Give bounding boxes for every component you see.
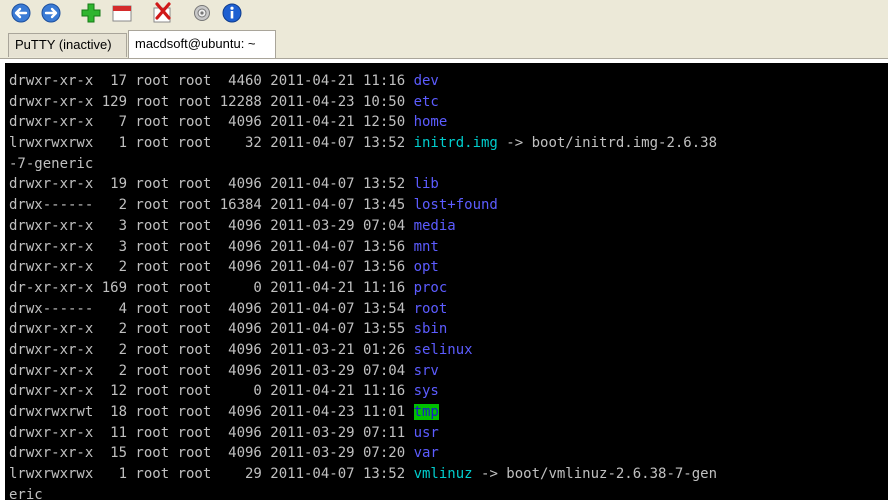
directory-name: var [413,445,439,462]
line-attributes: lrwxrwxrwx 1 root root 32 2011-04-07 13:… [9,135,414,152]
terminal-line: drwxrwxrwt 18 root root 4096 2011-04-23 … [9,402,717,423]
terminal-line: drwx------ 4 root root 4096 2011-04-07 1… [9,299,717,320]
terminal-line: drwxr-xr-x 3 root root 4096 2011-03-29 0… [9,216,717,237]
terminal-line: drwxr-xr-x 129 root root 12288 2011-04-2… [9,92,717,113]
directory-name: tmp [413,404,439,420]
line-attributes: eric [9,486,43,500]
terminal-line: drwxr-xr-x 7 root root 4096 2011-04-21 1… [9,112,717,133]
line-attributes: drwxr-xr-x 2 root root 4096 2011-04-07 1… [9,259,414,276]
symlink-name: initrd.img [413,135,498,152]
directory-name: lost+found [413,197,498,214]
line-attributes: lrwxrwxrwx 1 root root 29 2011-04-07 13:… [9,466,414,483]
line-attributes: drwxr-xr-x 15 root root 4096 2011-03-29 … [9,445,414,462]
line-attributes: -7-generic [9,155,94,172]
terminal-line: drwxr-xr-x 15 root root 4096 2011-03-29 … [9,443,717,464]
line-attributes: drwxr-xr-x 11 root root 4096 2011-03-29 … [9,424,414,441]
directory-name: media [413,217,456,234]
line-attributes: drwxr-xr-x 12 root root 0 2011-04-21 11:… [9,383,414,400]
settings-button[interactable] [191,2,213,24]
close-session-icon [153,2,171,23]
terminal-line: drwxr-xr-x 2 root root 4096 2011-04-07 1… [9,319,717,340]
line-attributes: drwx------ 4 root root 4096 2011-04-07 1… [9,300,414,317]
terminal-line: drwxr-xr-x 2 root root 4096 2011-03-29 0… [9,361,717,382]
line-attributes: drwxr-xr-x 3 root root 4096 2011-03-29 0… [9,217,414,234]
terminal-line: dr-xr-xr-x 169 root root 0 2011-04-21 11… [9,278,717,299]
directory-name: home [413,114,448,131]
directory-name: sbin [413,321,448,338]
new-window-icon [112,5,132,22]
terminal-line: drwxr-xr-x 2 root root 4096 2011-03-21 0… [9,340,717,361]
forward-button[interactable] [40,2,62,24]
line-attributes: drwx------ 2 root root 16384 2011-04-07 … [9,197,414,214]
line-attributes: drwxr-xr-x 19 root root 4096 2011-04-07 … [9,176,414,193]
terminal-line: drwxr-xr-x 3 root root 4096 2011-04-07 1… [9,237,717,258]
line-attributes: drwxrwxrwt 18 root root 4096 2011-04-23 … [9,404,414,420]
directory-name: usr [413,424,439,441]
tab-ubuntu-session[interactable]: macdsoft@ubuntu: ~ [128,30,276,58]
terminal-line: drwx------ 2 root root 16384 2011-04-07 … [9,195,717,216]
line-attributes: drwxr-xr-x 7 root root 4096 2011-04-21 1… [9,114,414,131]
tab-putty-inactive[interactable]: PuTTY (inactive) [8,33,127,57]
new-window-button[interactable] [111,2,133,24]
line-attributes: drwxr-xr-x 2 root root 4096 2011-03-29 0… [9,362,414,379]
add-session-button[interactable] [80,2,102,24]
terminal-output: drwxr-xr-x 17 root root 4460 2011-04-21 … [9,71,717,500]
directory-name: etc [413,93,439,110]
terminal-line: lrwxrwxrwx 1 root root 29 2011-04-07 13:… [9,464,717,485]
directory-name: mnt [413,238,439,255]
back-button[interactable] [10,2,32,24]
directory-name: sys [413,383,439,400]
line-attributes: drwxr-xr-x 129 root root 12288 2011-04-2… [9,93,414,110]
back-icon [11,3,31,23]
terminal-line: -7-generic [9,154,717,175]
symlink-name: vmlinuz [413,466,473,483]
line-attributes: drwxr-xr-x 3 root root 4096 2011-04-07 1… [9,238,414,255]
terminal-line: drwxr-xr-x 11 root root 4096 2011-03-29 … [9,423,717,444]
directory-name: proc [413,279,448,296]
line-attributes: dr-xr-xr-x 169 root root 0 2011-04-21 11… [9,279,414,296]
terminal-line: drwxr-xr-x 19 root root 4096 2011-04-07 … [9,174,717,195]
terminal-line: eric [9,485,717,500]
terminal-line: drwxr-xr-x 17 root root 4460 2011-04-21 … [9,71,717,92]
line-attributes: drwxr-xr-x 17 root root 4460 2011-04-21 … [9,73,414,89]
directory-name: selinux [413,341,473,358]
tab-strip: PuTTY (inactive) macdsoft@ubuntu: ~ [0,28,888,59]
forward-icon [41,3,61,23]
add-session-icon [81,3,101,23]
terminal[interactable]: drwxr-xr-x 17 root root 4460 2011-04-21 … [5,63,888,500]
settings-icon [194,5,210,21]
line-attributes: drwxr-xr-x 2 root root 4096 2011-03-21 0… [9,341,414,358]
toolbar [0,0,888,29]
terminal-frame: drwxr-xr-x 17 root root 4460 2011-04-21 … [0,59,888,500]
directory-name: dev [413,73,439,89]
symlink-target: -> boot/vmlinuz-2.6.38-7-gen [472,466,718,483]
info-button[interactable] [221,2,243,24]
symlink-target: -> boot/initrd.img-2.6.38 [497,135,718,152]
close-session-button[interactable] [151,2,173,24]
directory-name: root [413,300,448,317]
directory-name: opt [413,259,439,276]
info-icon [222,3,242,23]
directory-name: lib [413,176,439,193]
line-attributes: drwxr-xr-x 2 root root 4096 2011-04-07 1… [9,321,414,338]
terminal-line: drwxr-xr-x 2 root root 4096 2011-04-07 1… [9,257,717,278]
terminal-line: lrwxrwxrwx 1 root root 32 2011-04-07 13:… [9,133,717,154]
putty-window: PuTTY (inactive) macdsoft@ubuntu: ~ drwx… [0,0,888,500]
directory-name: srv [413,362,439,379]
terminal-line: drwxr-xr-x 12 root root 0 2011-04-21 11:… [9,381,717,402]
